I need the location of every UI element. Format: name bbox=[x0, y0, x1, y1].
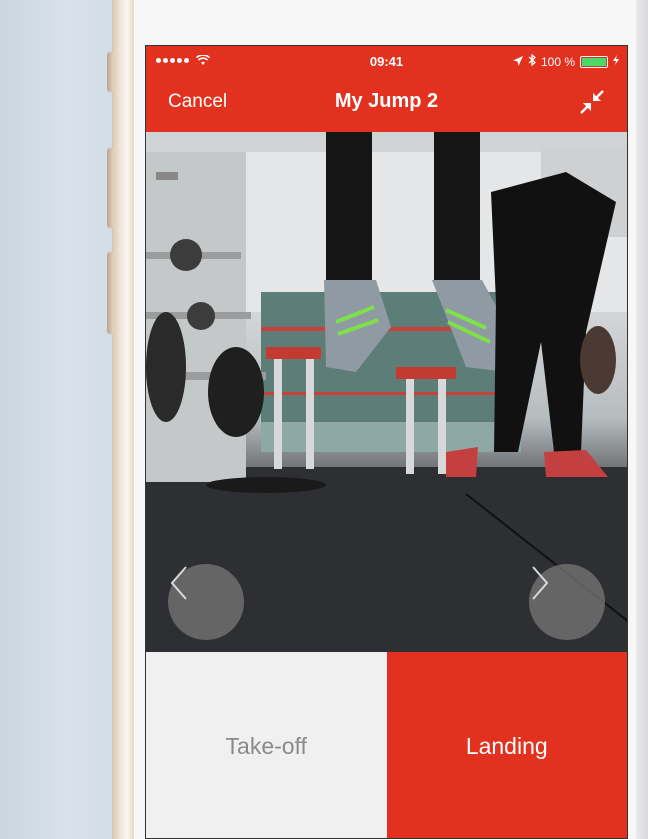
chevron-left-icon bbox=[170, 566, 187, 600]
collapse-arrows-icon[interactable] bbox=[579, 89, 605, 115]
chevron-right-icon bbox=[532, 566, 549, 600]
bluetooth-icon bbox=[528, 53, 536, 69]
previous-frame-button[interactable] bbox=[168, 564, 244, 640]
status-right: 100 % bbox=[512, 53, 619, 69]
video-frame[interactable] bbox=[146, 132, 627, 652]
landing-button[interactable]: Landing bbox=[386, 652, 627, 838]
phone-volume-up bbox=[107, 148, 114, 228]
charging-icon bbox=[613, 55, 619, 68]
phone-volume-down bbox=[107, 252, 114, 334]
next-frame-button[interactable] bbox=[529, 564, 605, 640]
app-screen: 09:41 100 % Cancel My Jump 2 Take-off La… bbox=[145, 45, 628, 839]
takeoff-landing-toggle: Take-off Landing bbox=[146, 652, 627, 838]
location-icon bbox=[512, 55, 523, 69]
phone-frame-right bbox=[636, 0, 648, 839]
app-header: 09:41 100 % Cancel My Jump 2 bbox=[146, 46, 627, 132]
background-left bbox=[0, 0, 112, 839]
battery-icon bbox=[580, 55, 608, 68]
takeoff-button[interactable]: Take-off bbox=[146, 652, 387, 838]
battery-percent: 100 % bbox=[540, 54, 575, 69]
status-bar: 09:41 100 % bbox=[146, 53, 627, 72]
phone-mute-switch bbox=[107, 52, 114, 92]
page-title: My Jump 2 bbox=[334, 90, 439, 112]
phone-frame-edge bbox=[112, 0, 134, 839]
